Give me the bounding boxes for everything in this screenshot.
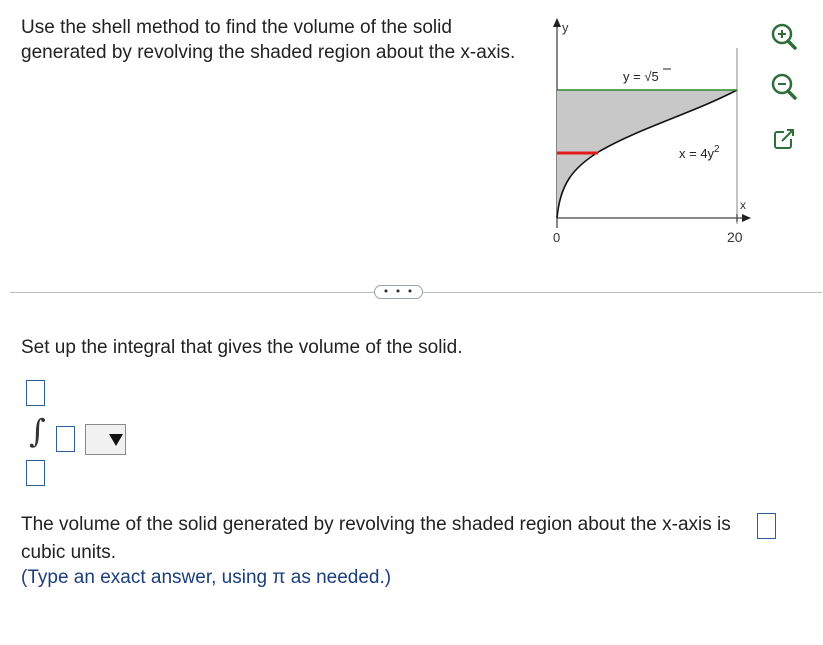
volume-prompt: The volume of the solid generated by rev… [21,514,731,535]
zoom-out-button[interactable] [767,70,801,104]
dropdown-arrow-icon [109,434,123,446]
curve-label-text: x = 4y [679,146,715,161]
zoom-out-icon [771,73,797,100]
lower-limit-input[interactable] [26,460,45,486]
y-axis-label: y [562,20,569,35]
zoom-in-button[interactable] [767,20,801,54]
line-label: y = √5 [623,69,659,84]
x-axis-arrow [742,214,751,222]
zoom-in-icon [771,23,797,50]
line-label-prefix: y = [623,69,644,84]
answer-hint: (Type an exact answer, using π as needed… [21,567,392,588]
volume-answer-input[interactable] [757,513,776,539]
question-text: Use the shell method to find the volume … [21,15,541,65]
x-tick-label: 20 [727,229,743,245]
origin-label: 0 [553,230,560,245]
line-label-radicand: 5 [651,69,658,84]
integrand-input[interactable] [56,426,75,452]
units-text: cubic units. [21,542,117,563]
more-button[interactable]: • • • [374,285,423,299]
y-axis-arrow [553,18,561,27]
setup-prompt: Set up the integral that gives the volum… [21,337,463,358]
question-line-1: Use the shell method to find the volume … [21,17,452,38]
open-external-icon [774,129,794,149]
upper-limit-input[interactable] [26,380,45,406]
integral-sign: ∫ [29,412,46,450]
region-graph: y x 0 20 y = √5 x = 4y2 [553,18,751,245]
x-axis-label: x [740,198,746,212]
curve-label-exponent: 2 [714,144,720,155]
curve-label: x = 4y2 [679,144,720,161]
differential-dropdown[interactable] [85,424,126,455]
question-line-2: generated by revolving the shaded region… [21,42,516,63]
open-external-button[interactable] [767,122,801,156]
